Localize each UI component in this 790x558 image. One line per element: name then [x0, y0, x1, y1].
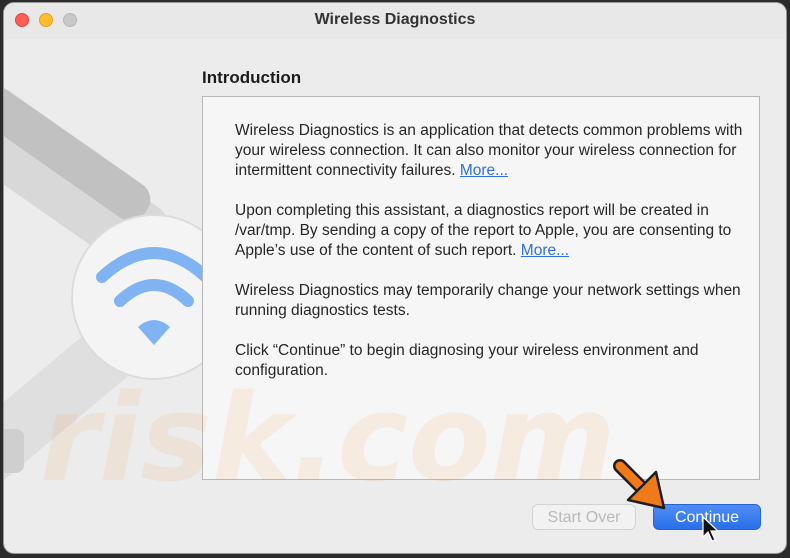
intro-paragraph-1: Wireless Diagnostics is an application t…: [235, 121, 745, 181]
title-bar[interactable]: Wireless Diagnostics: [4, 3, 786, 39]
app-window: Wireless Diagnostics Introduction Wirele…: [4, 3, 786, 553]
intro-content-panel: Wireless Diagnostics is an application t…: [202, 96, 760, 480]
start-over-button[interactable]: Start Over: [532, 504, 636, 530]
intro-text: Wireless Diagnostics is an application t…: [235, 121, 745, 401]
intro-paragraph-2: Upon completing this assistant, a diagno…: [235, 201, 745, 261]
intro-paragraph-2-text: Upon completing this assistant, a diagno…: [235, 202, 732, 259]
wireless-diagnostics-app-icon: [4, 87, 204, 496]
intro-paragraph-4: Click “Continue” to begin diagnosing you…: [235, 342, 699, 379]
more-link-1[interactable]: More...: [460, 162, 508, 179]
section-heading: Introduction: [202, 68, 302, 87]
continue-button[interactable]: Continue: [653, 504, 761, 530]
intro-paragraph-3: Wireless Diagnostics may temporarily cha…: [235, 282, 741, 319]
window-title: Wireless Diagnostics: [314, 11, 476, 28]
more-link-2[interactable]: More...: [521, 242, 569, 259]
